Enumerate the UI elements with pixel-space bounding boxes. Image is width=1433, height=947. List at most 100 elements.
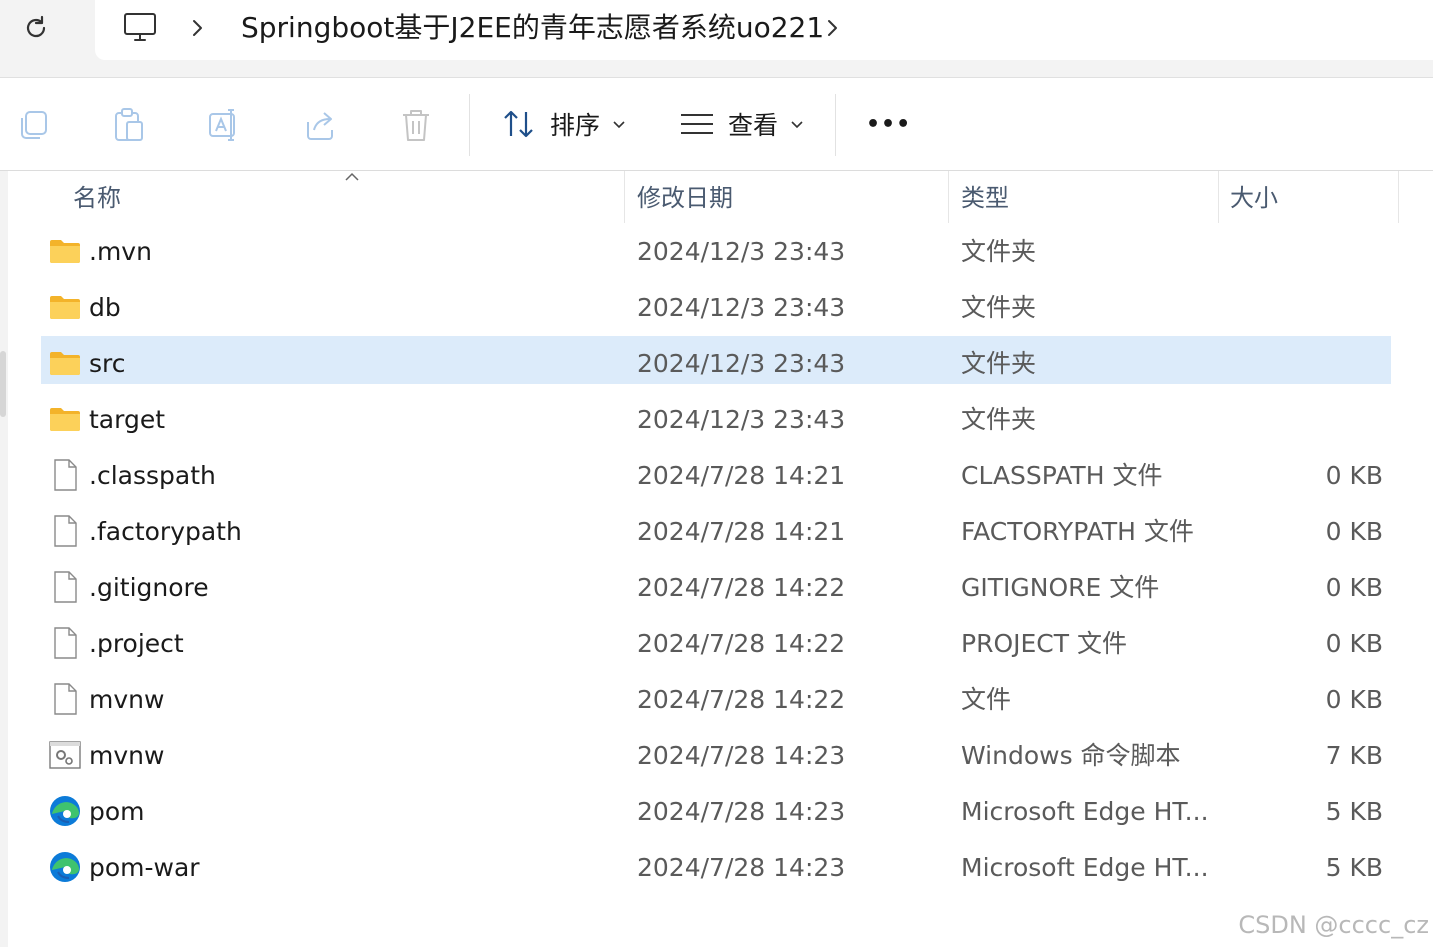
file-type: Windows 命令脚本 <box>961 741 1181 770</box>
sort-icon <box>504 110 533 138</box>
file-type: PROJECT 文件 <box>961 629 1127 658</box>
file-icon <box>54 571 77 603</box>
file-name: mvnw <box>89 685 165 714</box>
file-row[interactable]: mvnw 2024/7/28 14:22 文件 0 KB <box>41 672 1391 720</box>
file-name: mvnw <box>89 741 165 770</box>
file-size: 0 KB <box>1325 685 1383 714</box>
file-row[interactable]: src 2024/12/3 23:43 文件夹 <box>41 336 1391 384</box>
folder-icon <box>50 352 80 375</box>
chevron-right-icon[interactable] <box>823 14 843 42</box>
file-date-modified: 2024/7/28 14:22 <box>637 573 846 602</box>
file-type: 文件夹 <box>961 349 1037 378</box>
share-icon[interactable] <box>302 106 338 144</box>
column-name[interactable]: 名称 <box>73 171 121 223</box>
command-bar: 排序 查看 ••• <box>0 78 1433 171</box>
sort-label: 排序 <box>550 111 601 140</box>
file-row[interactable]: target 2024/12/3 23:43 文件夹 <box>41 392 1391 440</box>
file-date-modified: 2024/12/3 23:43 <box>637 405 846 434</box>
file-row[interactable]: .classpath 2024/7/28 14:21 CLASSPATH 文件 0 K… <box>41 448 1391 496</box>
file-row[interactable]: .gitignore 2024/7/28 14:22 GITIGNORE 文件 0 K… <box>41 560 1391 608</box>
view-button[interactable]: 查看 <box>680 100 804 148</box>
folder-icon <box>50 408 80 431</box>
scrollbar-thumb[interactable] <box>0 351 6 417</box>
copy-icon[interactable] <box>16 106 52 144</box>
column-type[interactable]: 类型 <box>961 171 1009 223</box>
file-date-modified: 2024/7/28 14:23 <box>637 853 846 882</box>
file-date-modified: 2024/7/28 14:23 <box>637 797 846 826</box>
sort-ascending-indicator-icon <box>345 172 359 181</box>
file-type: GITIGNORE 文件 <box>961 573 1160 602</box>
breadcrumb-current-folder[interactable]: Springboot基于J2EE的青年志愿者系统uo221 <box>241 8 824 48</box>
file-name: .classpath <box>89 461 216 490</box>
edge-icon <box>50 796 80 826</box>
chevron-down-icon <box>613 121 625 129</box>
toolbar-divider <box>469 94 470 156</box>
file-size: 0 KB <box>1325 517 1383 546</box>
refresh-button[interactable] <box>16 8 56 48</box>
sort-button[interactable]: 排序 <box>502 100 626 148</box>
file-name: .factorypath <box>89 517 242 546</box>
file-name: .gitignore <box>89 573 209 602</box>
file-date-modified: 2024/12/3 23:43 <box>637 349 846 378</box>
navigation-pane-edge <box>0 171 8 947</box>
file-size: 0 KB <box>1325 461 1383 490</box>
file-type: Microsoft Edge HT... <box>961 797 1209 826</box>
file-date-modified: 2024/7/28 14:23 <box>637 741 846 770</box>
file-date-modified: 2024/7/28 14:21 <box>637 517 846 546</box>
paste-icon[interactable] <box>111 106 147 144</box>
folder-icon <box>50 240 80 263</box>
file-row[interactable]: .project 2024/7/28 14:22 PROJECT 文件 0 KB <box>41 616 1391 664</box>
file-type: Microsoft Edge HT... <box>961 853 1209 882</box>
chevron-down-icon <box>791 121 803 129</box>
file-date-modified: 2024/7/28 14:22 <box>637 685 846 714</box>
file-date-modified: 2024/7/28 14:22 <box>637 629 846 658</box>
file-row[interactable]: .mvn 2024/12/3 23:43 文件夹 <box>41 224 1391 272</box>
file-size: 7 KB <box>1325 741 1383 770</box>
file-type: 文件夹 <box>961 237 1037 266</box>
view-lines-icon <box>681 114 713 134</box>
file-name: pom <box>89 797 145 826</box>
delete-icon[interactable] <box>398 106 434 144</box>
file-type: FACTORYPATH 文件 <box>961 517 1194 546</box>
file-type: CLASSPATH 文件 <box>961 461 1163 490</box>
more-options-button[interactable]: ••• <box>866 100 911 148</box>
file-size <box>1241 280 1383 328</box>
file-icon <box>54 459 77 491</box>
file-type: 文件夹 <box>961 405 1037 434</box>
file-icon <box>54 683 77 715</box>
view-label: 查看 <box>728 111 779 140</box>
file-size <box>1241 224 1383 272</box>
file-size: 5 KB <box>1325 853 1383 882</box>
file-name: .mvn <box>89 237 152 266</box>
column-divider[interactable] <box>1218 171 1219 223</box>
file-size: 0 KB <box>1325 573 1383 602</box>
address-strip: Springboot基于J2EE的青年志愿者系统uo221 <box>0 0 1433 78</box>
file-date-modified: 2024/7/28 14:21 <box>637 461 846 490</box>
file-row[interactable]: db 2024/12/3 23:43 文件夹 <box>41 280 1391 328</box>
column-divider[interactable] <box>624 171 625 223</box>
file-name: src <box>89 349 126 378</box>
file-name: pom-war <box>89 853 200 882</box>
file-size <box>1241 336 1383 384</box>
file-date-modified: 2024/12/3 23:43 <box>637 293 846 322</box>
column-date-modified[interactable]: 修改日期 <box>637 171 733 223</box>
file-row[interactable]: pom 2024/7/28 14:23 Microsoft Edge HT... 5 … <box>41 784 1391 832</box>
column-size[interactable]: 大小 <box>1230 171 1278 223</box>
file-size <box>1241 392 1383 440</box>
rename-icon[interactable] <box>206 106 242 144</box>
file-row[interactable]: pom-war 2024/7/28 14:23 Microsoft Edge HT.… <box>41 840 1391 888</box>
file-type: 文件 <box>961 685 1012 714</box>
file-name: db <box>89 293 121 322</box>
file-name: .project <box>89 629 184 658</box>
folder-icon <box>50 296 80 319</box>
file-type: 文件夹 <box>961 293 1037 322</box>
file-row[interactable]: .factorypath 2024/7/28 14:21 FACTORYPATH 文… <box>41 504 1391 552</box>
file-size: 0 KB <box>1325 629 1383 658</box>
column-divider[interactable] <box>1398 171 1399 223</box>
column-header: 名称 修改日期 类型 大小 <box>9 171 1433 223</box>
refresh-icon <box>26 15 46 38</box>
chevron-right-icon[interactable] <box>188 14 208 42</box>
file-row[interactable]: mvnw 2024/7/28 14:23 Windows 命令脚本 7 KB <box>41 728 1391 776</box>
column-divider[interactable] <box>948 171 949 223</box>
computer-icon[interactable] <box>122 8 158 48</box>
